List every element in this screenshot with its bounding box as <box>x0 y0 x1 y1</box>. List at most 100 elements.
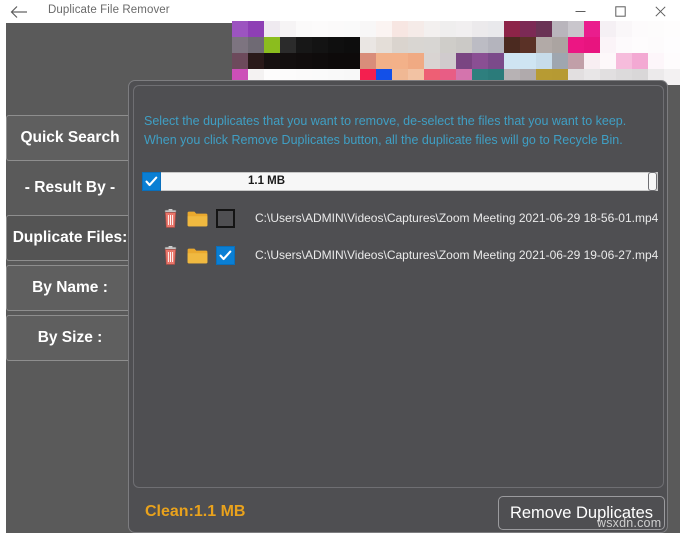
pixel-cell <box>472 37 488 53</box>
pixel-cell <box>248 53 264 69</box>
pixel-cell <box>520 21 536 37</box>
pixel-cell <box>440 53 456 69</box>
title-bar: Duplicate File Remover <box>0 0 680 23</box>
pixel-cell <box>664 53 680 69</box>
pixel-cell <box>552 21 568 37</box>
window-controls <box>560 0 680 23</box>
pixel-cell <box>328 37 344 53</box>
pixel-cell <box>504 21 520 37</box>
maximize-icon[interactable] <box>600 0 640 23</box>
row-checkbox[interactable] <box>216 245 235 265</box>
pixel-cell <box>360 37 376 53</box>
pixel-cell <box>632 21 648 37</box>
pixel-cell <box>472 21 488 37</box>
pixel-cell <box>264 37 280 53</box>
pixel-cell <box>408 37 424 53</box>
pixel-cell <box>344 21 360 37</box>
pixel-cell <box>456 21 472 37</box>
trash-icon[interactable] <box>162 208 179 228</box>
pixel-cell <box>264 21 280 37</box>
close-icon[interactable] <box>640 0 680 23</box>
pixel-cell <box>312 21 328 37</box>
pixel-cell <box>392 37 408 53</box>
pixel-cell <box>408 21 424 37</box>
pixel-cell <box>296 37 312 53</box>
pixel-cell <box>424 21 440 37</box>
pixel-cell <box>280 37 296 53</box>
pixel-cell <box>536 21 552 37</box>
pixel-cell <box>440 21 456 37</box>
pixel-cell <box>488 21 504 37</box>
sidebar: Quick Search - Result By - Duplicate Files… <box>6 115 134 365</box>
group-size-label: 1.1 MB <box>248 175 286 187</box>
file-path-label: C:\Users\ADMIN\Videos\Captures\Zoom Meet… <box>255 248 659 262</box>
pixel-cell <box>664 21 680 37</box>
list-scrollbar[interactable] <box>648 172 657 191</box>
pixel-cell <box>424 53 440 69</box>
pixel-cell <box>232 53 248 69</box>
group-checkbox[interactable] <box>142 172 161 191</box>
pixel-cell <box>344 53 360 69</box>
pixel-cell <box>232 21 248 37</box>
table-row[interactable]: C:\Users\ADMIN\Videos\Captures\Zoom Meet… <box>142 240 658 270</box>
pixel-cell <box>424 37 440 53</box>
pixel-cell <box>360 53 376 69</box>
pixel-cell <box>376 21 392 37</box>
sidebar-item-duplicate-files[interactable]: Duplicate Files: <box>6 215 134 261</box>
pixel-cell <box>536 37 552 53</box>
folder-icon[interactable] <box>187 247 208 264</box>
pixel-cell <box>600 21 616 37</box>
app-window: Duplicate File Remover Quick Search - Res… <box>0 0 680 533</box>
pixel-cell <box>248 21 264 37</box>
pixel-cell <box>584 21 600 37</box>
pixel-cell <box>616 53 632 69</box>
pixel-cell <box>456 53 472 69</box>
row-checkbox[interactable] <box>216 208 235 228</box>
pixel-cell <box>264 53 280 69</box>
duplicates-dialog-body: Select the duplicates that you want to r… <box>133 85 664 488</box>
pixel-cell <box>392 21 408 37</box>
window-title: Duplicate File Remover <box>48 4 170 16</box>
pixelated-banner-grid <box>232 21 680 85</box>
watermark-label: wsxdn.com <box>597 516 662 530</box>
sidebar-item-quick-search[interactable]: Quick Search <box>6 115 134 161</box>
clean-size-label: Clean:1.1 MB <box>145 503 246 520</box>
pixel-cell <box>376 37 392 53</box>
pixel-cell <box>456 37 472 53</box>
group-size-row[interactable]: 1.1 MB <box>142 172 658 191</box>
back-arrow-icon[interactable] <box>8 2 30 22</box>
pixel-cell <box>280 53 296 69</box>
pixel-cell <box>632 53 648 69</box>
sidebar-item-by-name[interactable]: By Name : <box>6 265 134 311</box>
minimize-icon[interactable] <box>560 0 600 23</box>
row-icons <box>162 245 235 265</box>
pixel-cell <box>568 21 584 37</box>
row-icons <box>162 208 235 228</box>
pixel-cell <box>584 53 600 69</box>
pixel-cell <box>616 21 632 37</box>
pixel-cell <box>568 37 584 53</box>
sidebar-item-by-size[interactable]: By Size : <box>6 315 134 361</box>
pixel-cell <box>392 53 408 69</box>
pixel-cell <box>232 37 248 53</box>
pixel-cell <box>344 37 360 53</box>
pixel-cell <box>328 53 344 69</box>
pixel-cell <box>536 53 552 69</box>
pixel-cell <box>648 53 664 69</box>
instructions-text: Select the duplicates that you want to r… <box>144 114 627 147</box>
pixel-cell <box>552 53 568 69</box>
pixel-cell <box>296 21 312 37</box>
table-row[interactable]: C:\Users\ADMIN\Videos\Captures\Zoom Meet… <box>142 203 658 233</box>
pixel-cell <box>248 37 264 53</box>
pixel-cell <box>408 53 424 69</box>
pixel-cell <box>552 37 568 53</box>
pixel-cell <box>280 21 296 37</box>
pixel-cell <box>296 53 312 69</box>
pixel-cell <box>440 37 456 53</box>
pixel-cell <box>488 53 504 69</box>
pixel-cell <box>616 37 632 53</box>
folder-icon[interactable] <box>187 210 208 227</box>
duplicates-dialog: Select the duplicates that you want to r… <box>128 80 668 533</box>
trash-icon[interactable] <box>162 245 179 265</box>
pixel-cell <box>600 37 616 53</box>
